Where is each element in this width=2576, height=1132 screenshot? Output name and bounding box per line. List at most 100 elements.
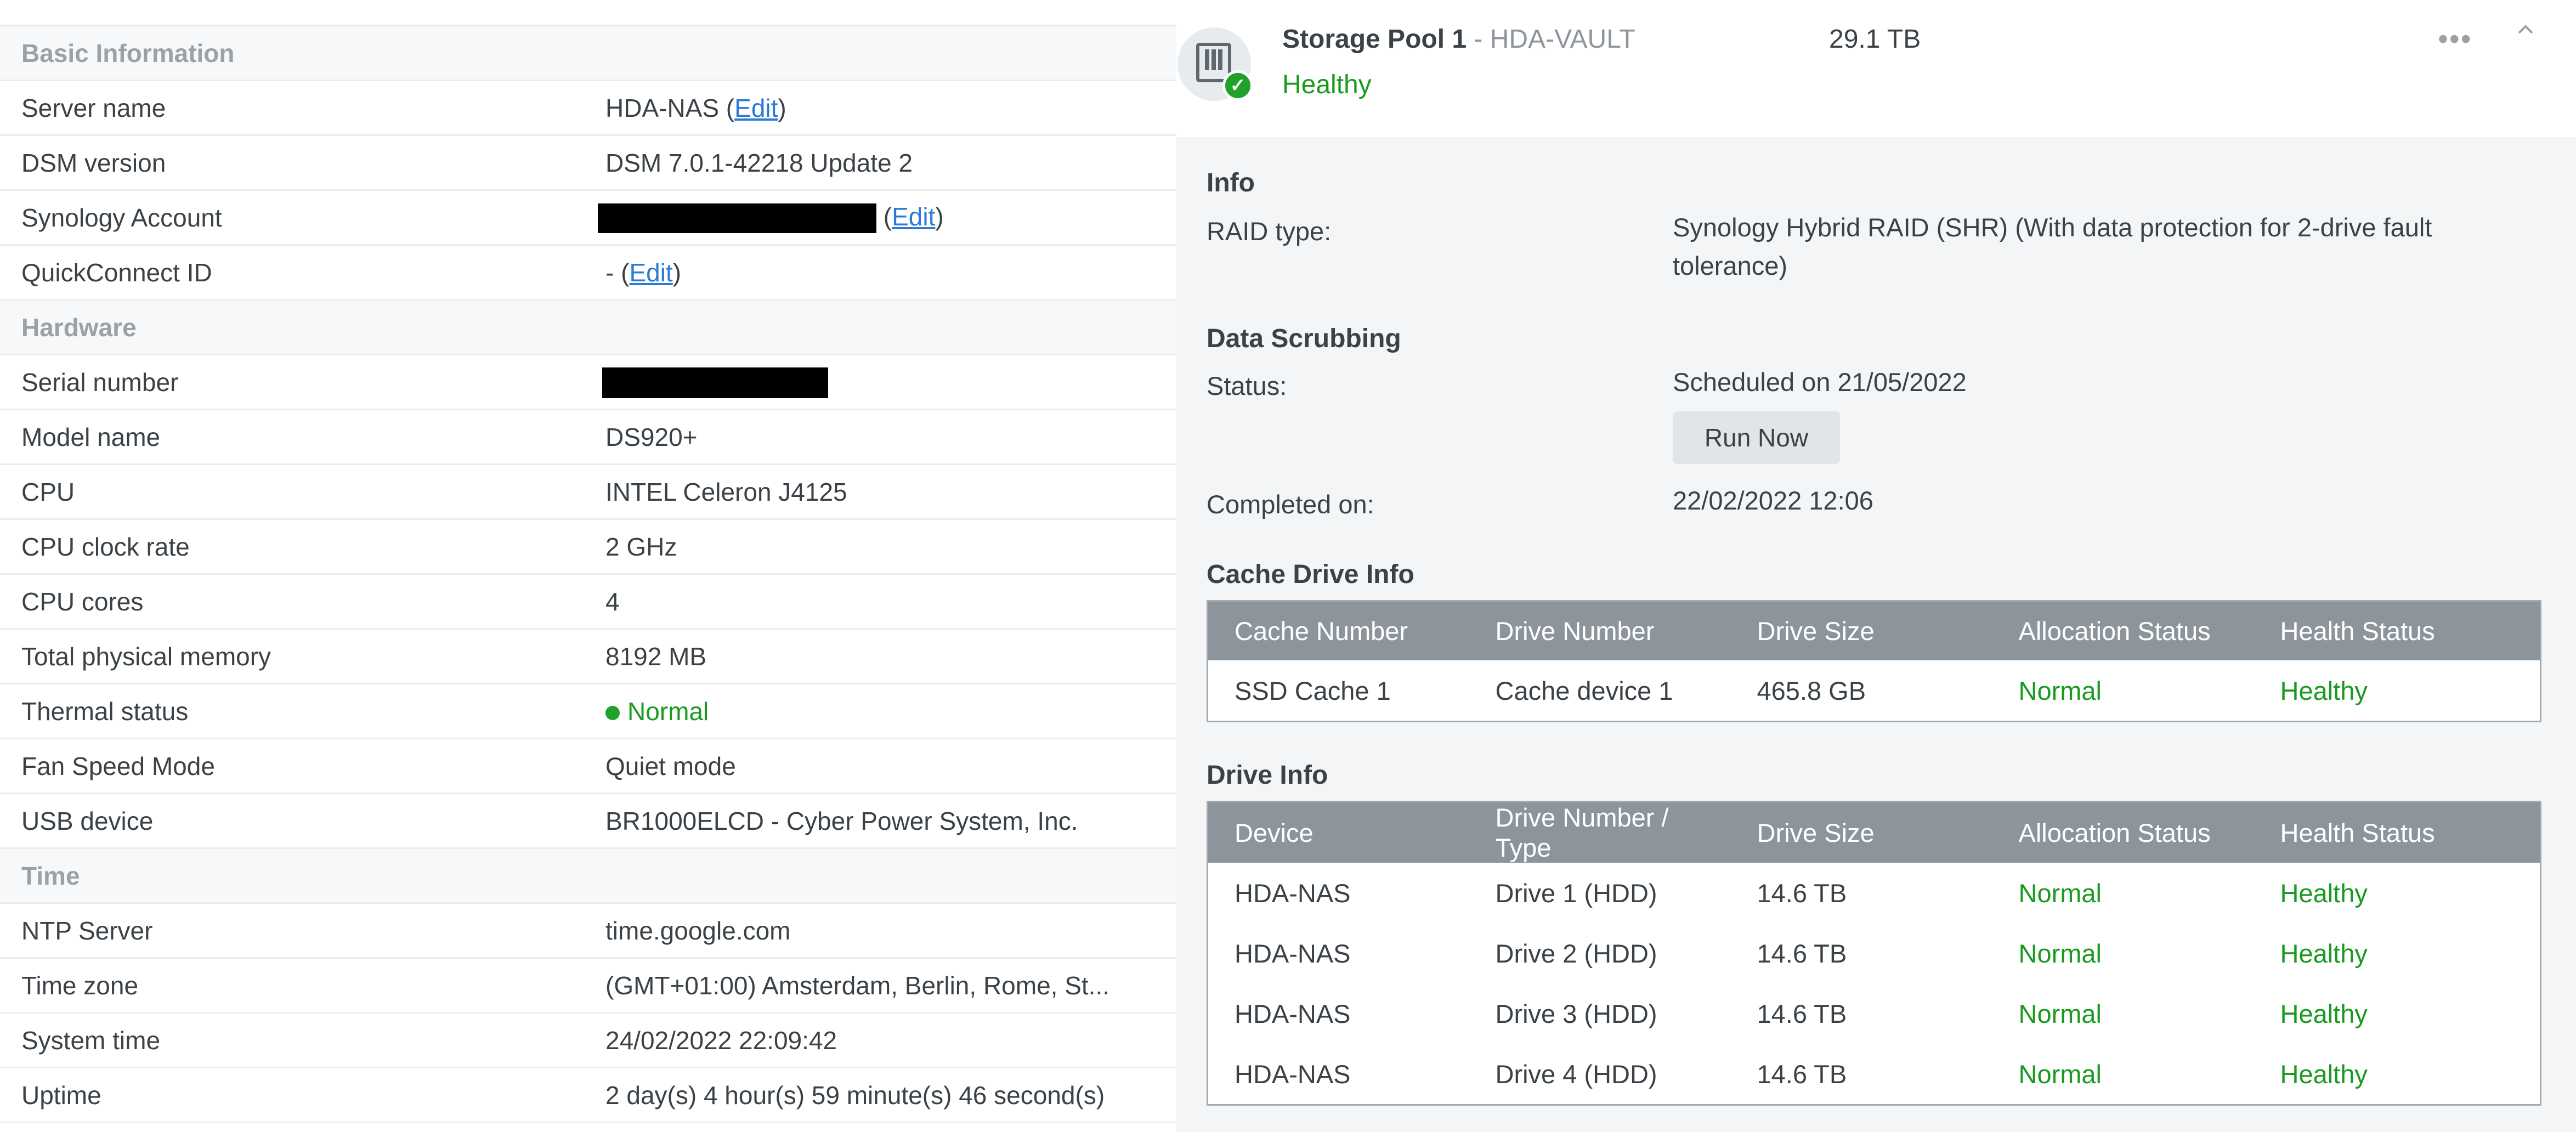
drive-slot-shape [1205, 49, 1209, 70]
table-row[interactable]: HDA-NAS Drive 4 (HDD) 14.6 TB Normal Hea… [1208, 1044, 2541, 1105]
drive-number-cell: Cache device 1 [1495, 676, 1673, 705]
row-synology-account: Synology Account (Edit) [0, 191, 1176, 246]
edit-quickconnect-link[interactable]: Edit [629, 258, 672, 287]
pool-status: Healthy [1282, 70, 1372, 99]
row-value: 2 GHz [605, 532, 677, 561]
column-header[interactable]: Health Status [2254, 801, 2541, 863]
run-now-button[interactable]: Run Now [1673, 411, 1840, 464]
row-dsm-version: DSM version DSM 7.0.1-42218 Update 2 [0, 136, 1176, 191]
health-status-cell: Healthy [2280, 999, 2368, 1028]
row-uptime: Uptime 2 day(s) 4 hour(s) 59 minute(s) 4… [0, 1068, 1176, 1123]
row-label: CPU [21, 477, 75, 506]
thermal-status-value: Normal [627, 697, 709, 726]
row-label: NTP Server [21, 916, 153, 945]
pool-subtitle: - HDA-VAULT [1467, 25, 1635, 54]
pool-size: 29.1 TB [1829, 25, 1921, 54]
health-status-cell: Healthy [2280, 1059, 2368, 1089]
row-value [602, 366, 828, 398]
row-total-memory: Total physical memory 8192 MB [0, 630, 1176, 684]
table-header-row: Cache Number Drive Number Drive Size All… [1207, 601, 2541, 660]
row-value: 8192 MB [605, 642, 707, 671]
column-header[interactable]: Device [1207, 801, 1469, 863]
health-status-cell: Healthy [2280, 676, 2368, 705]
device-cell: HDA-NAS [1235, 999, 1351, 1028]
column-header[interactable]: Drive Number / Type [1469, 801, 1731, 863]
scrub-status-value: Scheduled on 21/05/2022 [1673, 367, 1967, 397]
drive-info-table: Device Drive Number / Type Drive Size Al… [1207, 801, 2541, 1106]
table-row[interactable]: HDA-NAS Drive 3 (HDD) 14.6 TB Normal Hea… [1208, 983, 2541, 1044]
row-quickconnect-id: QuickConnect ID - (Edit) [0, 246, 1176, 301]
storage-pool-title: Storage Pool 1 - HDA-VAULT [1282, 24, 1635, 54]
row-value: 2 day(s) 4 hour(s) 59 minute(s) 46 secon… [605, 1080, 1105, 1110]
drive-slot-shape [1218, 49, 1222, 70]
column-header[interactable]: Cache Number [1207, 601, 1469, 660]
storage-pool-icon: ✓ [1177, 27, 1253, 101]
device-cell: HDA-NAS [1235, 938, 1351, 968]
redacted-block [598, 203, 876, 234]
row-usb-device: USB device BR1000ELCD - Cyber Power Syst… [0, 794, 1176, 849]
server-name-value: HDA-NAS [605, 93, 720, 122]
row-label: USB device [21, 806, 154, 835]
table-row[interactable]: SSD Cache 1 Cache device 1 465.8 GB Norm… [1208, 660, 2541, 722]
drive-size-cell: 14.6 TB [1757, 1059, 1847, 1089]
section-title: Hardware [21, 313, 137, 342]
column-header[interactable]: Allocation Status [1992, 801, 2254, 863]
row-cpu-cores: CPU cores 4 [0, 575, 1176, 630]
device-cell: HDA-NAS [1235, 1059, 1351, 1089]
allocation-status-cell: Normal [2018, 938, 2102, 968]
row-label: QuickConnect ID [21, 258, 212, 287]
row-value: (Edit) [598, 202, 944, 234]
row-label: Time zone [21, 971, 139, 1000]
table-header-row: Device Drive Number / Type Drive Size Al… [1207, 801, 2541, 863]
row-value: DS920+ [605, 422, 698, 451]
row-value: - (Edit) [605, 258, 682, 287]
column-header[interactable]: Drive Size [1730, 801, 1992, 863]
section-title: Time [21, 861, 80, 890]
column-header[interactable]: Health Status [2254, 601, 2541, 660]
allocation-status-cell: Normal [2018, 999, 2102, 1028]
drive-number-cell: Drive 4 (HDD) [1495, 1059, 1657, 1089]
row-value: 4 [605, 587, 620, 616]
row-value: BR1000ELCD - Cyber Power System, Inc. [605, 806, 1078, 835]
column-header[interactable]: Drive Number [1469, 601, 1731, 660]
row-value: 24/02/2022 22:09:42 [605, 1026, 837, 1055]
row-label: CPU cores [21, 587, 144, 616]
device-cell: HDA-NAS [1235, 878, 1351, 908]
drive-number-cell: Drive 3 (HDD) [1495, 999, 1657, 1028]
more-options-icon[interactable]: ••• [2438, 22, 2472, 56]
allocation-status-cell: Normal [2018, 676, 2102, 705]
row-cpu: CPU INTEL Celeron J4125 [0, 465, 1176, 520]
row-label: Total physical memory [21, 642, 271, 671]
chevron-up-icon[interactable] [2515, 19, 2537, 41]
edit-account-link[interactable]: Edit [892, 202, 935, 231]
storage-pool-panel: ✓ Storage Pool 1 - HDA-VAULT 29.1 TB Hea… [1176, 0, 2576, 1132]
row-value: Quiet mode [605, 751, 736, 780]
table-row[interactable]: HDA-NAS Drive 2 (HDD) 14.6 TB Normal Hea… [1208, 923, 2541, 983]
drive-number-cell: Drive 1 (HDD) [1495, 878, 1657, 908]
row-label: Model name [21, 422, 161, 451]
edit-server-name-link[interactable]: Edit [734, 94, 778, 122]
section-basic-information: Basic Information [0, 26, 1176, 81]
column-header[interactable]: Allocation Status [1992, 601, 2254, 660]
section-time: Time [0, 849, 1176, 904]
row-serial-number: Serial number [0, 355, 1176, 410]
column-header[interactable]: Drive Size [1730, 601, 1992, 660]
drive-size-cell: 465.8 GB [1757, 676, 1866, 705]
pool-name: Storage Pool 1 [1282, 25, 1467, 54]
cache-drive-info-heading: Cache Drive Info [1207, 560, 1414, 589]
row-system-time: System time 24/02/2022 22:09:42 [0, 1014, 1176, 1068]
row-label: System time [21, 1026, 161, 1055]
completed-on-value: 22/02/2022 12:06 [1673, 486, 1873, 515]
system-info-panel: Basic Information Server name HDA-NAS (E… [0, 0, 1176, 1132]
completed-on-label: Completed on: [1207, 490, 1374, 519]
storage-pool-header[interactable]: ✓ Storage Pool 1 - HDA-VAULT 29.1 TB Hea… [1176, 0, 2576, 137]
data-scrubbing-heading: Data Scrubbing [1207, 324, 1401, 353]
table-row[interactable]: HDA-NAS Drive 1 (HDD) 14.6 TB Normal Hea… [1208, 863, 2541, 923]
row-label: Server name [21, 93, 166, 122]
row-label: Serial number [21, 367, 179, 397]
drive-slot-shape [1211, 49, 1216, 70]
row-value: time.google.com [605, 916, 791, 945]
allocation-status-cell: Normal [2018, 1059, 2102, 1089]
row-ntp-server: NTP Server time.google.com [0, 904, 1176, 959]
row-value: HDA-NAS (Edit) [605, 93, 786, 122]
